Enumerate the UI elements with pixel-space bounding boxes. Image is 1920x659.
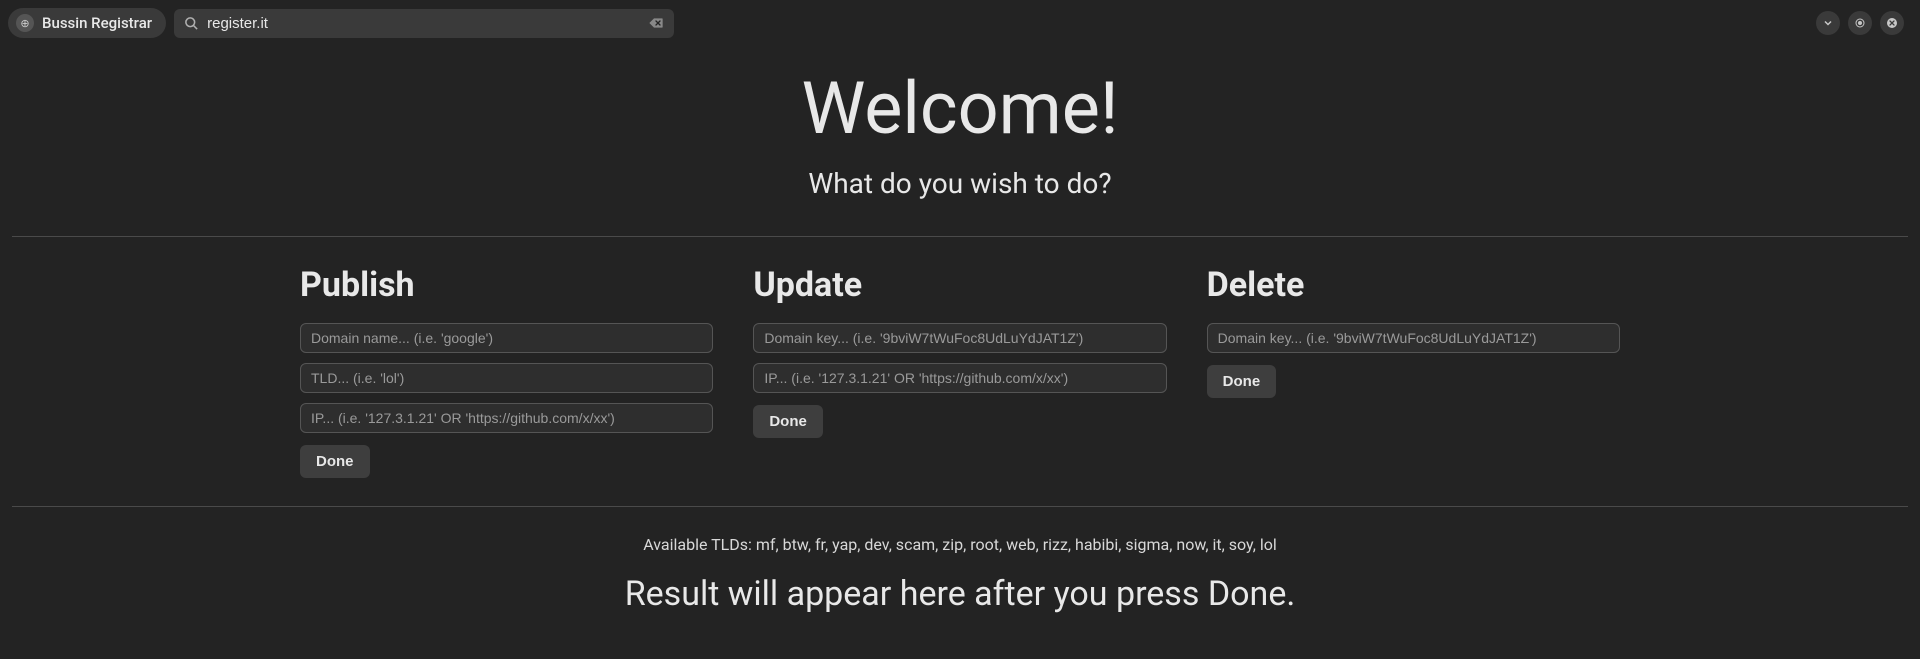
publish-done-button[interactable]: Done bbox=[300, 445, 370, 478]
app-name: Bussin Registrar bbox=[42, 14, 152, 32]
action-columns: Publish Done Update Done Delete Done bbox=[12, 265, 1908, 478]
update-heading: Update bbox=[753, 265, 1166, 305]
result-text: Result will appear here after you press … bbox=[12, 574, 1908, 614]
update-ip-input[interactable] bbox=[753, 363, 1166, 393]
app-badge[interactable]: ⊕ Bussin Registrar bbox=[8, 8, 166, 38]
available-tlds: Available TLDs: mf, btw, fr, yap, dev, s… bbox=[12, 535, 1908, 554]
target-button[interactable] bbox=[1848, 11, 1872, 35]
clear-icon[interactable] bbox=[648, 15, 664, 31]
url-bar[interactable] bbox=[174, 9, 674, 38]
chevron-down-button[interactable] bbox=[1816, 11, 1840, 35]
topbar-controls bbox=[1816, 11, 1912, 35]
update-key-input[interactable] bbox=[753, 323, 1166, 353]
page-subtitle: What do you wish to do? bbox=[12, 167, 1908, 200]
delete-key-input[interactable] bbox=[1207, 323, 1620, 353]
publish-tld-input[interactable] bbox=[300, 363, 713, 393]
divider-bottom bbox=[12, 506, 1908, 507]
divider-top bbox=[12, 236, 1908, 237]
publish-domain-input[interactable] bbox=[300, 323, 713, 353]
search-icon bbox=[184, 16, 199, 31]
update-done-button[interactable]: Done bbox=[753, 405, 823, 438]
update-column: Update Done bbox=[753, 265, 1166, 478]
delete-column: Delete Done bbox=[1207, 265, 1620, 478]
delete-done-button[interactable]: Done bbox=[1207, 365, 1277, 398]
topbar: ⊕ Bussin Registrar bbox=[0, 0, 1920, 46]
close-button[interactable] bbox=[1880, 11, 1904, 35]
page-title: Welcome! bbox=[12, 66, 1908, 151]
app-icon: ⊕ bbox=[16, 14, 34, 32]
publish-heading: Publish bbox=[300, 265, 713, 305]
publish-ip-input[interactable] bbox=[300, 403, 713, 433]
main-content: Welcome! What do you wish to do? Publish… bbox=[0, 46, 1920, 614]
url-input[interactable] bbox=[207, 15, 640, 32]
publish-column: Publish Done bbox=[300, 265, 713, 478]
delete-heading: Delete bbox=[1207, 265, 1620, 305]
